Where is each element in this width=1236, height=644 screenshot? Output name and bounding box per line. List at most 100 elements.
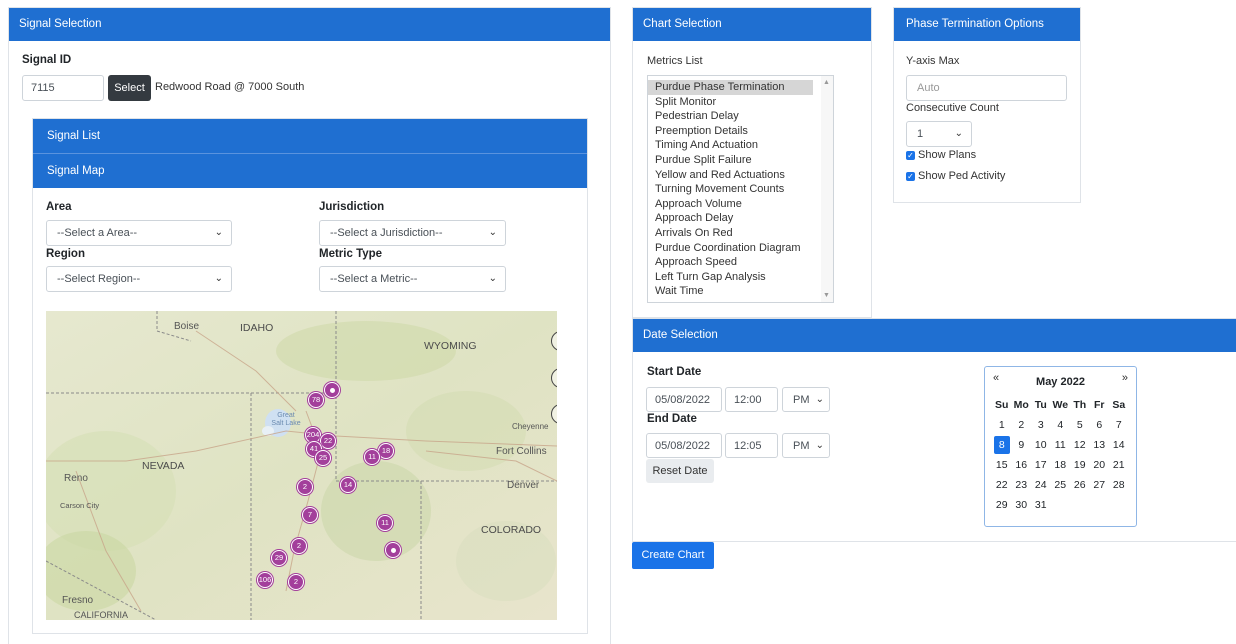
calendar-day[interactable]: 6 — [1090, 415, 1110, 435]
calendar-day[interactable]: 14 — [1109, 435, 1129, 455]
metric-option[interactable]: Arrivals On Red — [648, 226, 833, 241]
jurisdiction-select[interactable]: --Select a Jurisdiction-- ⌄ — [319, 220, 506, 246]
calendar-day[interactable]: 16 — [1012, 455, 1032, 475]
metric-option[interactable]: Purdue Phase Termination — [648, 80, 813, 95]
area-label: Area — [46, 201, 72, 213]
calendar-day[interactable]: 30 — [1012, 495, 1032, 515]
metric-option[interactable]: Wait Time — [648, 284, 833, 299]
map-marker[interactable]: 22 — [320, 433, 336, 449]
metrics-list[interactable]: Purdue Phase Termination Split Monitor Ped… — [647, 75, 834, 303]
signal-id-input[interactable]: 7115 — [22, 75, 104, 101]
map-marker[interactable]: 106 — [257, 572, 273, 588]
metric-option[interactable]: Pedestrian Delay — [648, 109, 833, 124]
map-marker[interactable]: 11 — [377, 515, 393, 531]
calendar-day-label: 25 — [1054, 479, 1067, 491]
calendar-day[interactable]: 13 — [1090, 435, 1110, 455]
map-marker[interactable]: 78 — [308, 392, 324, 408]
calendar-day[interactable]: 5 — [1070, 415, 1090, 435]
end-ampm-select[interactable]: PM ⌄ — [782, 433, 830, 458]
metric-option[interactable]: Turning Movement Counts — [648, 182, 833, 197]
map-marker[interactable]: 2 — [291, 538, 307, 554]
calendar-day[interactable]: 29 — [992, 495, 1012, 515]
calendar-day[interactable]: 23 — [1012, 475, 1032, 495]
metric-option[interactable]: Purdue Split Failure — [648, 153, 833, 168]
end-date-input[interactable]: 05/08/2022 — [646, 433, 722, 458]
map-marker[interactable]: 29 — [271, 550, 287, 566]
calendar-day[interactable]: 17 — [1031, 455, 1051, 475]
calendar-day[interactable]: 18 — [1051, 455, 1071, 475]
show-plans-checkbox[interactable]: ✓ Show Plans — [906, 149, 976, 161]
scroll-up-icon[interactable]: ▲ — [823, 79, 830, 86]
calendar-day[interactable]: 24 — [1031, 475, 1051, 495]
chevron-down-icon: ⌄ — [214, 227, 223, 238]
select-signal-button[interactable]: Select — [108, 75, 151, 101]
scroll-down-icon[interactable]: ▼ — [823, 292, 830, 299]
reset-date-button[interactable]: Reset Date — [646, 459, 714, 483]
metric-option[interactable]: Purdue Coordination Diagram — [648, 241, 833, 256]
calendar-day[interactable]: 10 — [1031, 435, 1051, 455]
start-ampm-select[interactable]: PM ⌄ — [782, 387, 830, 412]
map-marker[interactable]: 11 — [364, 449, 380, 465]
calendar-day[interactable]: 2 — [1012, 415, 1032, 435]
metrics-scrollbar[interactable]: ▲ ▼ — [821, 76, 833, 302]
region-select[interactable]: --Select Region-- ⌄ — [46, 266, 232, 292]
signal-map-header[interactable]: Signal Map — [33, 153, 587, 188]
calendar-day[interactable]: 21 — [1109, 455, 1129, 475]
consecutive-count-select[interactable]: 1 ⌄ — [906, 121, 972, 147]
area-select[interactable]: --Select a Area-- ⌄ — [46, 220, 232, 246]
signal-list-header[interactable]: Signal List — [33, 119, 587, 153]
start-date-input[interactable]: 05/08/2022 — [646, 387, 722, 412]
consecutive-count-value: 1 — [917, 128, 924, 140]
map-label-denver: Denver — [507, 480, 540, 491]
calendar-day[interactable]: 15 — [992, 455, 1012, 475]
metric-option[interactable]: Preemption Details — [648, 124, 833, 139]
calendar-day[interactable]: 12 — [1070, 435, 1090, 455]
calendar-day[interactable]: 22 — [992, 475, 1012, 495]
calendar-day[interactable]: 11 — [1051, 435, 1071, 455]
calendar-weekday: Tu — [1034, 399, 1047, 411]
metric-type-select[interactable]: --Select a Metric-- ⌄ — [319, 266, 506, 292]
signal-map[interactable]: Boise IDAHO WYOMING Great Salt Lake Chey… — [46, 311, 557, 620]
jurisdiction-label: Jurisdiction — [319, 201, 385, 213]
calendar-month-title[interactable]: May 2022 — [985, 376, 1136, 388]
calendar-day[interactable]: 19 — [1070, 455, 1090, 475]
metric-option[interactable]: Approach Delay — [648, 211, 833, 226]
calendar-day[interactable]: 9 — [1012, 435, 1032, 455]
calendar-day-label: 2 — [1018, 419, 1025, 431]
calendar-day[interactable]: 28 — [1109, 475, 1129, 495]
end-time-input[interactable]: 12:05 — [725, 433, 778, 458]
calendar-day[interactable]: 20 — [1090, 455, 1110, 475]
chevron-down-icon: ⌄ — [815, 394, 824, 405]
calendar-day[interactable]: 27 — [1090, 475, 1110, 495]
create-chart-button[interactable]: Create Chart — [632, 542, 714, 569]
metric-option[interactable]: Left Turn Gap Analysis — [648, 270, 833, 285]
metric-option[interactable]: Timing And Actuation — [648, 138, 833, 153]
calendar-next-button[interactable]: » — [1122, 372, 1128, 384]
calendar-day[interactable]: 3 — [1031, 415, 1051, 435]
metric-option[interactable]: Approach Volume — [648, 197, 833, 212]
map-marker[interactable]: 14 — [340, 477, 356, 493]
map-marker[interactable]: 2 — [288, 574, 304, 590]
locate-icon[interactable] — [551, 331, 557, 351]
map-marker[interactable]: 2 — [297, 479, 313, 495]
map-marker[interactable]: 18 — [378, 443, 394, 459]
calendar-day[interactable]: 26 — [1070, 475, 1090, 495]
calendar-day[interactable]: 1 — [992, 415, 1012, 435]
map-marker[interactable] — [385, 542, 401, 558]
metric-option[interactable]: Yellow and Red Actuations — [648, 168, 833, 183]
metric-option[interactable]: Approach Speed — [648, 255, 833, 270]
map-marker[interactable]: 25 — [315, 450, 331, 466]
map-marker[interactable] — [324, 382, 340, 398]
metric-option[interactable]: Split Monitor — [648, 95, 833, 110]
y-axis-max-input[interactable]: Auto — [906, 75, 1067, 101]
date-picker-calendar[interactable]: « May 2022 » Su Mo Tu We Th Fr Sa 1 2 3 4 5 6 7 8 9 10 1… — [984, 366, 1137, 527]
calendar-day[interactable]: 4 — [1051, 415, 1071, 435]
start-time-input[interactable]: 12:00 — [725, 387, 778, 412]
calendar-day[interactable]: 25 — [1051, 475, 1071, 495]
calendar-day[interactable]: 7 — [1109, 415, 1129, 435]
calendar-day[interactable]: 31 — [1031, 495, 1051, 515]
calendar-day[interactable]: 8 — [992, 435, 1012, 455]
show-ped-activity-checkbox[interactable]: ✓ Show Ped Activity — [906, 170, 1005, 182]
end-ampm-value: PM — [793, 440, 810, 452]
map-marker[interactable]: 7 — [302, 507, 318, 523]
